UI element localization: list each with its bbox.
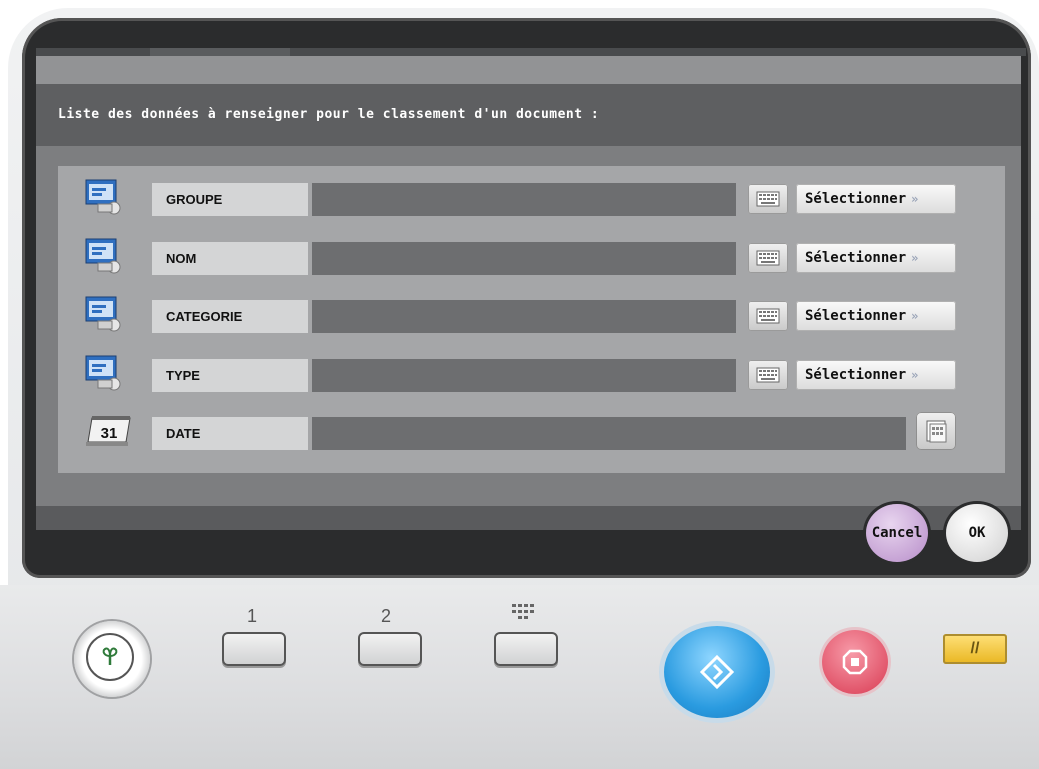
reset-button[interactable]: // bbox=[943, 634, 1007, 664]
power-save-button[interactable] bbox=[74, 621, 150, 697]
header-strip bbox=[36, 56, 1021, 84]
keyboard-button[interactable] bbox=[748, 301, 788, 331]
folder-list-icon bbox=[84, 295, 124, 333]
power-save-icon bbox=[86, 633, 134, 681]
fields-panel: GROUPE Sélectionner » NOM Sélectionner » … bbox=[58, 166, 1005, 473]
keyboard-icon bbox=[756, 308, 780, 324]
select-label: Sélectionner bbox=[805, 308, 907, 324]
keyboard-button[interactable] bbox=[748, 360, 788, 390]
field-label: GROUPE bbox=[152, 183, 308, 216]
reset-icon: // bbox=[970, 640, 980, 657]
categorie-input[interactable] bbox=[312, 300, 736, 333]
ok-button[interactable]: OK bbox=[946, 504, 1008, 562]
double-chevron-right-icon: » bbox=[911, 309, 919, 323]
folder-list-icon bbox=[84, 354, 124, 392]
field-row-date: 31 DATE bbox=[58, 412, 1005, 450]
field-row-nom: NOM Sélectionner » bbox=[58, 237, 1005, 275]
memory-2-button[interactable] bbox=[358, 632, 422, 666]
select-button-nom[interactable]: Sélectionner » bbox=[796, 243, 956, 273]
select-label: Sélectionner bbox=[805, 367, 907, 383]
keyboard-icon bbox=[756, 367, 780, 383]
touch-screen: Liste des données à renseigner pour le c… bbox=[36, 56, 1021, 530]
field-label: CATEGORIE bbox=[152, 300, 308, 333]
stop-button[interactable] bbox=[822, 630, 888, 694]
start-icon bbox=[699, 654, 735, 690]
nom-input[interactable] bbox=[312, 242, 736, 275]
field-label: NOM bbox=[152, 242, 308, 275]
keypad-button[interactable] bbox=[494, 632, 558, 666]
double-chevron-right-icon: » bbox=[911, 192, 919, 206]
keyboard-icon bbox=[756, 250, 780, 266]
select-label: Sélectionner bbox=[805, 191, 907, 207]
stop-icon bbox=[842, 649, 868, 675]
type-input[interactable] bbox=[312, 359, 736, 392]
select-button-categorie[interactable]: Sélectionner » bbox=[796, 301, 956, 331]
select-button-type[interactable]: Sélectionner » bbox=[796, 360, 956, 390]
instruction-text: Liste des données à renseigner pour le c… bbox=[36, 84, 1021, 146]
calendar-day: 31 bbox=[101, 425, 118, 442]
select-label: Sélectionner bbox=[805, 250, 907, 266]
memory-2-label: 2 bbox=[381, 606, 392, 626]
keyboard-icon bbox=[756, 191, 780, 207]
keyboard-button[interactable] bbox=[748, 184, 788, 214]
top-status-segment bbox=[150, 48, 290, 56]
calendar-picker-icon bbox=[926, 420, 947, 443]
groupe-input[interactable] bbox=[312, 183, 736, 216]
keyboard-button[interactable] bbox=[748, 243, 788, 273]
field-label: DATE bbox=[152, 417, 308, 450]
double-chevron-right-icon: » bbox=[911, 251, 919, 265]
double-chevron-right-icon: » bbox=[911, 368, 919, 382]
memory-1-button[interactable] bbox=[222, 632, 286, 666]
field-row-groupe: GROUPE Sélectionner » bbox=[58, 178, 1005, 216]
memory-1-label: 1 bbox=[247, 606, 258, 626]
select-button-groupe[interactable]: Sélectionner » bbox=[796, 184, 956, 214]
folder-list-icon bbox=[84, 237, 124, 275]
calendar-icon: 31 bbox=[84, 412, 131, 450]
field-label: TYPE bbox=[152, 359, 308, 392]
date-input[interactable] bbox=[312, 417, 906, 450]
folder-list-icon bbox=[84, 178, 124, 216]
calendar-picker-button[interactable] bbox=[916, 412, 956, 450]
keypad-icon bbox=[512, 604, 534, 624]
field-row-categorie: CATEGORIE Sélectionner » bbox=[58, 295, 1005, 333]
cancel-button[interactable]: Cancel bbox=[866, 504, 928, 562]
start-button[interactable] bbox=[664, 626, 770, 718]
field-row-type: TYPE Sélectionner » bbox=[58, 354, 1005, 392]
